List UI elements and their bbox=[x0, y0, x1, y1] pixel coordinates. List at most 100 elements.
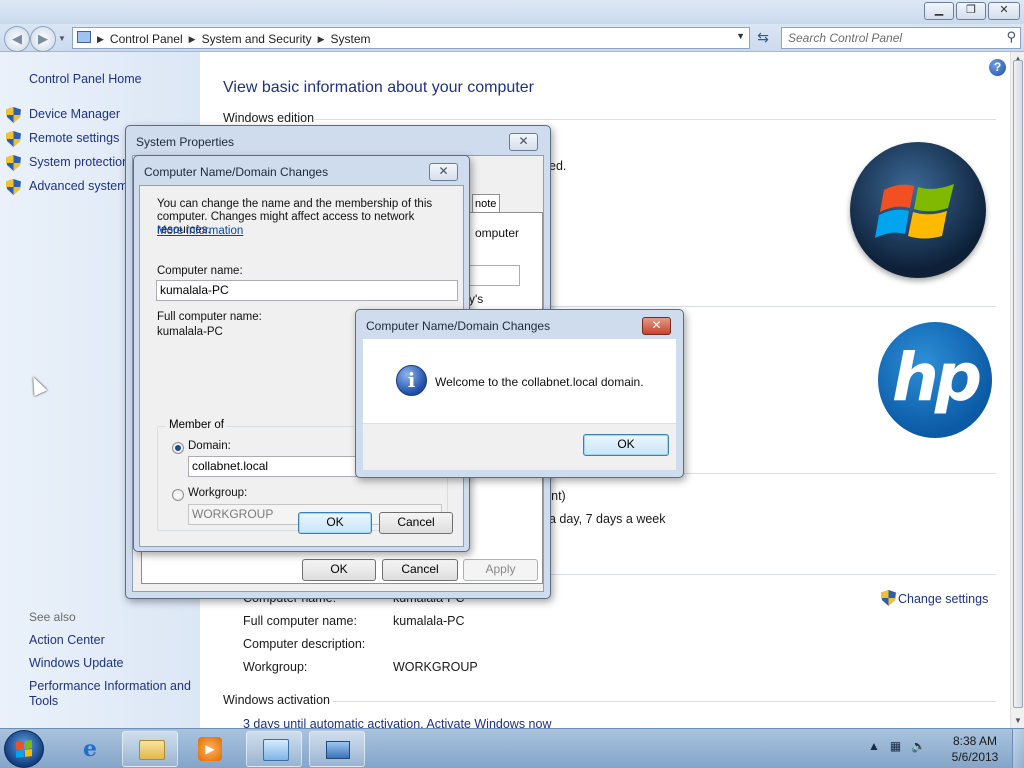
breadcrumb-system-and-security[interactable]: System and Security bbox=[202, 32, 312, 46]
breadcrumb: ▶ Control Panel ▶ System and Security ▶ … bbox=[97, 32, 371, 46]
windows-update-link[interactable]: Windows Update bbox=[29, 656, 194, 671]
description-fragment: omputer bbox=[475, 226, 520, 240]
workgroup-radio[interactable] bbox=[172, 489, 184, 501]
tab-remote[interactable]: note bbox=[472, 194, 500, 213]
uac-shield-icon bbox=[881, 590, 896, 606]
close-icon[interactable]: ✕ bbox=[509, 133, 538, 151]
breadcrumb-system[interactable]: System bbox=[331, 32, 371, 46]
dialog-title: Computer Name/Domain Changes bbox=[366, 319, 551, 333]
taskbar: e ▶ ▲ ▦ 🔈 8:38 AM 5/6/2013 bbox=[0, 728, 1024, 768]
start-button[interactable] bbox=[4, 730, 44, 768]
uac-shield-icon bbox=[6, 131, 21, 147]
more-information-link[interactable]: More information bbox=[157, 225, 243, 237]
search-input[interactable] bbox=[788, 29, 988, 47]
notification-area: ▲ ▦ 🔈 bbox=[868, 739, 926, 753]
clock-time: 8:38 AM bbox=[952, 734, 998, 748]
uac-shield-icon bbox=[6, 179, 21, 195]
advanced-system-settings-link[interactable]: Advanced system bbox=[29, 179, 128, 193]
close-icon[interactable]: ✕ bbox=[642, 317, 671, 335]
ok-button[interactable]: OK bbox=[298, 512, 372, 534]
full-computer-name-label: Full computer name: bbox=[243, 614, 357, 628]
control-panel-icon bbox=[263, 739, 289, 761]
internet-explorer-icon: e bbox=[83, 736, 97, 762]
copyright-fragment: ed. bbox=[549, 159, 567, 173]
refresh-icon[interactable]: ⇆ bbox=[752, 29, 774, 49]
change-settings-label: Change settings bbox=[898, 592, 989, 606]
folder-icon bbox=[139, 740, 165, 760]
media-player-button[interactable]: ▶ bbox=[182, 731, 238, 767]
cancel-button[interactable]: Cancel bbox=[382, 559, 458, 581]
text-fragment: y's bbox=[469, 292, 484, 306]
internet-explorer-button[interactable]: e bbox=[62, 731, 118, 767]
close-icon[interactable]: ✕ bbox=[429, 163, 458, 181]
uac-shield-icon bbox=[6, 107, 21, 123]
see-also-heading: See also bbox=[29, 610, 76, 624]
back-button[interactable]: ◀ bbox=[4, 26, 30, 52]
full-computer-name-value: kumalala-PC bbox=[393, 614, 465, 628]
description-input[interactable] bbox=[468, 265, 520, 286]
cancel-button[interactable]: Cancel bbox=[379, 512, 453, 534]
apply-button[interactable]: Apply bbox=[463, 559, 538, 581]
tab-remote-label: note bbox=[475, 198, 497, 210]
show-desktop-button[interactable] bbox=[1012, 729, 1024, 768]
computer-description-label: Computer description: bbox=[243, 637, 366, 651]
windows-flag-icon bbox=[16, 740, 32, 758]
navigation-bar: ◀ ▶ ▼ ▶ Control Panel ▶ System and Secur… bbox=[0, 24, 1024, 52]
support-hours-fragment: a day, 7 days a week bbox=[549, 512, 666, 526]
button-area: OK bbox=[363, 423, 676, 470]
section-divider bbox=[313, 119, 996, 120]
volume-icon[interactable]: 🔈 bbox=[911, 739, 926, 753]
windows-explorer-button[interactable] bbox=[122, 731, 178, 767]
device-manager-link[interactable]: Device Manager bbox=[29, 107, 120, 121]
control-panel-home-link[interactable]: Control Panel Home bbox=[29, 72, 142, 86]
help-icon[interactable]: ? bbox=[989, 59, 1006, 76]
uac-shield-icon bbox=[6, 155, 21, 171]
ok-button[interactable]: OK bbox=[583, 434, 669, 456]
control-panel-button[interactable] bbox=[246, 731, 302, 767]
windows-flag-icon bbox=[875, 184, 954, 239]
performance-information-link[interactable]: Performance Information and Tools bbox=[29, 679, 194, 709]
remote-settings-link[interactable]: Remote settings bbox=[29, 131, 119, 145]
chevron-right-icon[interactable]: ▶ bbox=[318, 32, 325, 46]
member-of-legend: Member of bbox=[166, 419, 227, 431]
network-icon[interactable]: ▦ bbox=[890, 739, 901, 753]
vertical-scrollbar[interactable]: ▲ ▼ bbox=[1010, 52, 1024, 728]
forward-button[interactable]: ▶ bbox=[30, 26, 56, 52]
section-divider bbox=[333, 701, 996, 702]
ok-button[interactable]: OK bbox=[302, 559, 376, 581]
more-information-row: More information bbox=[157, 225, 457, 238]
chevron-right-icon[interactable]: ▶ bbox=[97, 32, 104, 46]
clock-date: 5/6/2013 bbox=[951, 750, 999, 764]
hp-logo: hp bbox=[878, 322, 992, 438]
minimize-button[interactable]: ▁ bbox=[924, 2, 954, 20]
dialog-title: System Properties bbox=[136, 135, 235, 149]
welcome-message: Welcome to the collabnet.local domain. bbox=[435, 375, 644, 389]
information-icon: i bbox=[396, 365, 427, 396]
system-protection-link[interactable]: System protection bbox=[29, 155, 129, 169]
address-box[interactable]: ▶ Control Panel ▶ System and Security ▶ … bbox=[72, 27, 750, 49]
caption-buttons: ▁ ❐ ✕ bbox=[924, 2, 1020, 20]
maximize-button[interactable]: ❐ bbox=[956, 2, 986, 20]
scroll-down-icon[interactable]: ▼ bbox=[1011, 714, 1024, 728]
breadcrumb-control-panel[interactable]: Control Panel bbox=[110, 32, 183, 46]
address-dropdown-icon[interactable]: ▼ bbox=[736, 31, 745, 41]
chevron-right-icon[interactable]: ▶ bbox=[189, 32, 196, 46]
search-box[interactable]: ⚲ bbox=[781, 27, 1021, 49]
media-player-icon: ▶ bbox=[198, 737, 222, 761]
close-button[interactable]: ✕ bbox=[988, 2, 1020, 20]
clock[interactable]: 8:38 AM 5/6/2013 bbox=[940, 733, 1010, 765]
computer-name-input[interactable]: kumalala-PC bbox=[156, 280, 458, 301]
action-center-link[interactable]: Action Center bbox=[29, 633, 194, 648]
scroll-thumb[interactable] bbox=[1013, 60, 1023, 708]
system-properties-taskbar-button[interactable] bbox=[309, 731, 365, 767]
recent-pages-icon[interactable]: ▼ bbox=[58, 34, 66, 43]
domain-radio[interactable] bbox=[172, 442, 184, 454]
change-settings-link[interactable]: Change settings bbox=[881, 590, 988, 606]
windows-activation-heading: Windows activation bbox=[223, 693, 330, 707]
search-icon[interactable]: ⚲ bbox=[1006, 29, 1016, 45]
page-title: View basic information about your comput… bbox=[223, 79, 534, 96]
workgroup-value: WORKGROUP bbox=[393, 660, 478, 674]
workgroup-label: Workgroup: bbox=[243, 660, 308, 674]
show-hidden-icons-icon[interactable]: ▲ bbox=[868, 739, 880, 753]
computer-icon bbox=[326, 741, 350, 759]
